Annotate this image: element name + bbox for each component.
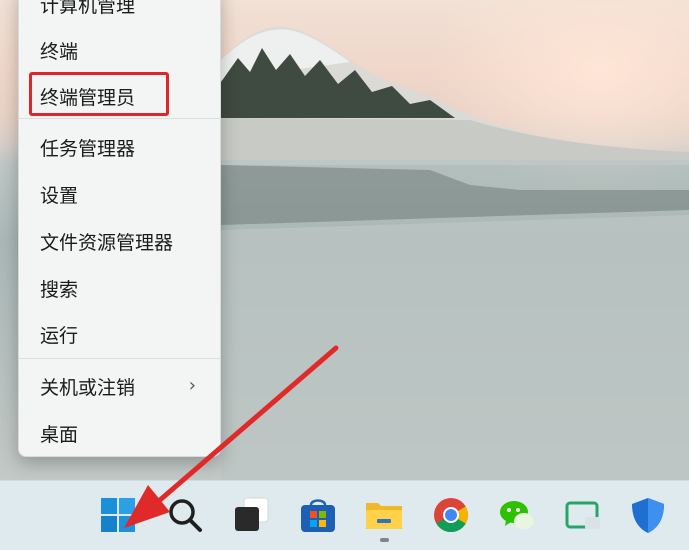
menu-item-task-manager[interactable]: 任务管理器: [19, 127, 220, 167]
taskbar: [0, 480, 689, 550]
screen-capture-icon[interactable]: [563, 495, 603, 535]
windows-security-icon[interactable]: [628, 495, 668, 535]
search-icon[interactable]: [165, 495, 205, 535]
task-view-icon[interactable]: [232, 495, 272, 535]
menu-separator: [19, 358, 220, 359]
quick-link-context-menu: 计算机管理 终端 终端管理员 任务管理器 设置 文件资源管理器 搜索 运行 关机…: [18, 0, 221, 457]
file-explorer-icon[interactable]: [364, 495, 404, 535]
menu-item-desktop[interactable]: 桌面: [19, 413, 220, 453]
menu-item-search[interactable]: 搜索: [19, 268, 220, 308]
menu-item-terminal[interactable]: 终端: [19, 30, 220, 70]
microsoft-store-icon[interactable]: [298, 495, 338, 535]
menu-item-computer-management[interactable]: 计算机管理: [19, 0, 220, 24]
chrome-icon[interactable]: [431, 495, 471, 535]
highlight-box: [29, 72, 169, 116]
wechat-icon[interactable]: [497, 495, 537, 535]
menu-separator: [19, 118, 220, 119]
windows-start-icon[interactable]: [98, 495, 138, 535]
menu-item-shutdown-signout[interactable]: 关机或注销 ›: [19, 366, 220, 406]
chevron-right-icon: ›: [188, 375, 196, 396]
menu-item-file-explorer[interactable]: 文件资源管理器: [19, 221, 220, 261]
running-indicator: [380, 538, 389, 542]
menu-item-settings[interactable]: 设置: [19, 174, 220, 214]
menu-item-run[interactable]: 运行: [19, 314, 220, 354]
